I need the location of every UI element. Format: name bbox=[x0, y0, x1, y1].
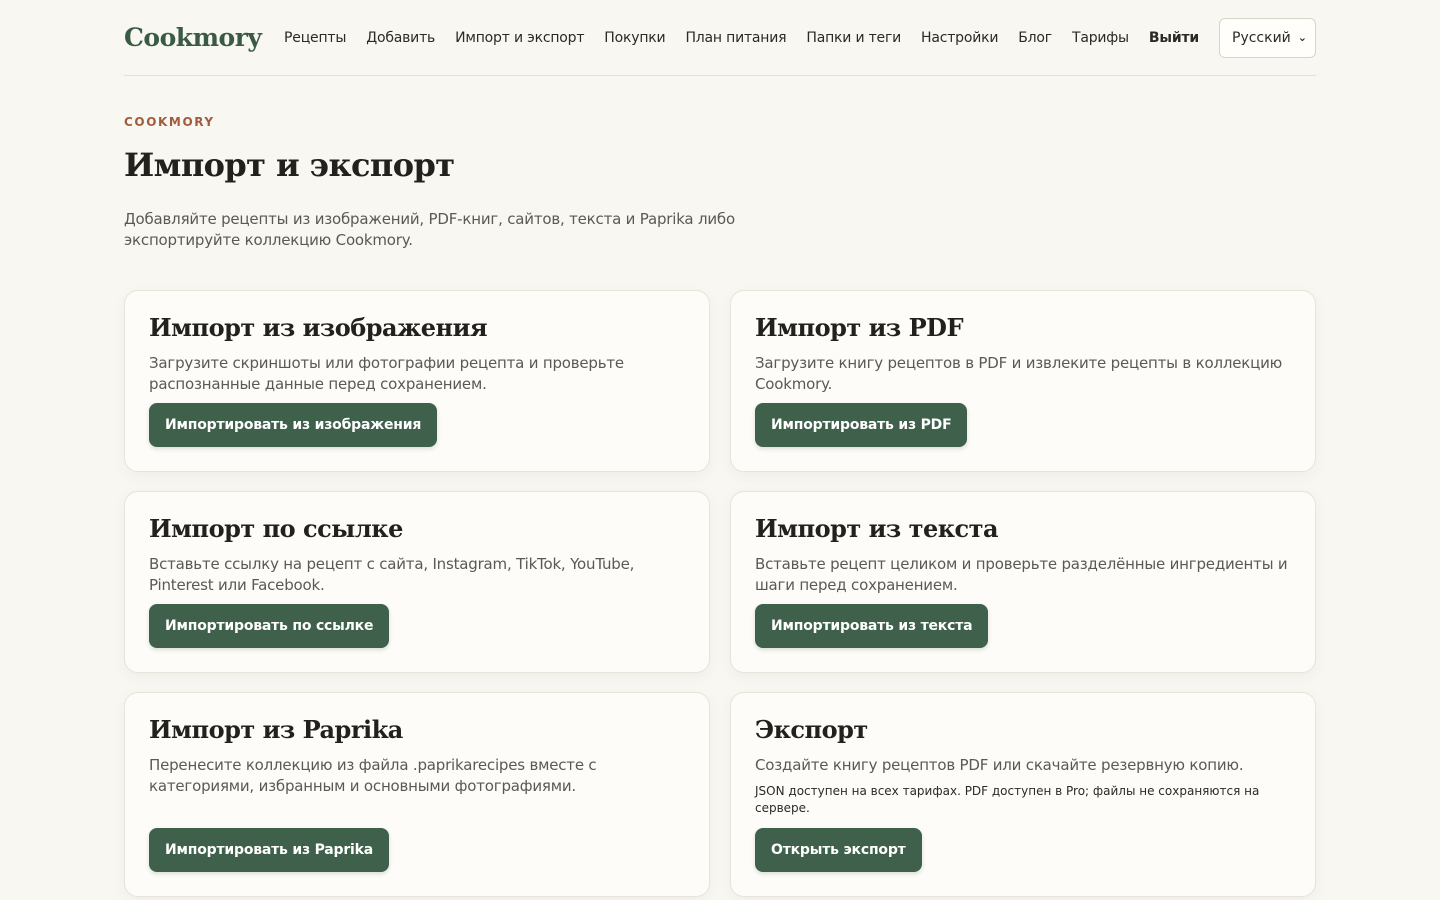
card-title: Импорт по ссылке bbox=[149, 514, 403, 543]
logo[interactable]: Cookmory bbox=[124, 23, 284, 52]
card-title: Импорт из изображения bbox=[149, 313, 488, 342]
nav-link-recipes[interactable]: Рецепты bbox=[284, 30, 346, 46]
card-title: Импорт из PDF bbox=[755, 313, 963, 342]
card-import-image: Импорт из изображения Загрузите скриншот… bbox=[124, 290, 710, 472]
page-title: Импорт и экспорт bbox=[124, 146, 455, 184]
nav-link-meal-plan[interactable]: План питания bbox=[685, 30, 786, 46]
nav-link-settings[interactable]: Настройки bbox=[921, 30, 998, 46]
page-container: Cookmory Рецепты Добавить Импорт и экспо… bbox=[124, 0, 1316, 897]
nav-link-blog[interactable]: Блог bbox=[1018, 30, 1052, 46]
import-paprika-button[interactable]: Импортировать из Paprika bbox=[149, 828, 390, 872]
main-nav: Рецепты Добавить Импорт и экспорт Покупк… bbox=[284, 17, 1316, 58]
page-eyebrow: COOKMORY bbox=[124, 115, 215, 129]
top-navigation: Cookmory Рецепты Добавить Импорт и экспо… bbox=[124, 0, 1316, 76]
card-title: Импорт из текста bbox=[755, 514, 999, 543]
export-note: JSON доступен на всех тарифах. PDF досту… bbox=[755, 784, 1260, 815]
nav-link-shopping[interactable]: Покупки bbox=[604, 30, 665, 46]
import-link-button[interactable]: Импортировать по ссылке bbox=[149, 604, 390, 648]
chevron-down-icon: ⌄ bbox=[1297, 31, 1307, 44]
card-title: Экспорт bbox=[755, 715, 868, 744]
card-description: Загрузите скриншоты или фотографии рецеп… bbox=[149, 354, 624, 393]
import-pdf-button[interactable]: Импортировать из PDF bbox=[755, 403, 968, 447]
card-description: Создайте книгу рецептов PDF или скачайте… bbox=[755, 756, 1244, 774]
language-select-value: Русский bbox=[1232, 29, 1291, 46]
card-description: Перенесите коллекцию из файла .paprikare… bbox=[149, 756, 597, 795]
nav-link-import-export[interactable]: Импорт и экспорт bbox=[455, 30, 584, 46]
language-select[interactable]: Русский ⌄ bbox=[1219, 17, 1316, 58]
import-image-button[interactable]: Импортировать из изображения bbox=[149, 403, 438, 447]
nav-link-folders-tags[interactable]: Папки и теги bbox=[806, 30, 901, 46]
card-import-link: Импорт по ссылке Вставьте ссылку на реце… bbox=[124, 491, 710, 673]
card-import-pdf: Импорт из PDF Загрузите книгу рецептов в… bbox=[730, 290, 1316, 472]
card-import-text: Импорт из текста Вставьте рецепт целиком… bbox=[730, 491, 1316, 673]
card-import-paprika: Импорт из Paprika Перенесите коллекцию и… bbox=[124, 692, 710, 897]
page-subtitle: Добавляйте рецепты из изображений, PDF-к… bbox=[124, 210, 735, 249]
nav-link-pricing[interactable]: Тарифы bbox=[1072, 30, 1129, 46]
nav-link-add[interactable]: Добавить bbox=[366, 30, 435, 46]
logout-link[interactable]: Выйти bbox=[1149, 30, 1199, 46]
card-description: Загрузите книгу рецептов в PDF и извлеки… bbox=[755, 354, 1283, 393]
import-text-button[interactable]: Импортировать из текста bbox=[755, 604, 989, 648]
card-description: Вставьте ссылку на рецепт с сайта, Insta… bbox=[149, 555, 635, 594]
open-export-button[interactable]: Открыть экспорт bbox=[755, 828, 922, 872]
card-export: Экспорт Создайте книгу рецептов PDF или … bbox=[730, 692, 1316, 897]
card-title: Импорт из Paprika bbox=[149, 715, 403, 744]
card-description: Вставьте рецепт целиком и проверьте разд… bbox=[755, 555, 1288, 594]
import-options-grid: Импорт из изображения Загрузите скриншот… bbox=[124, 290, 1316, 897]
